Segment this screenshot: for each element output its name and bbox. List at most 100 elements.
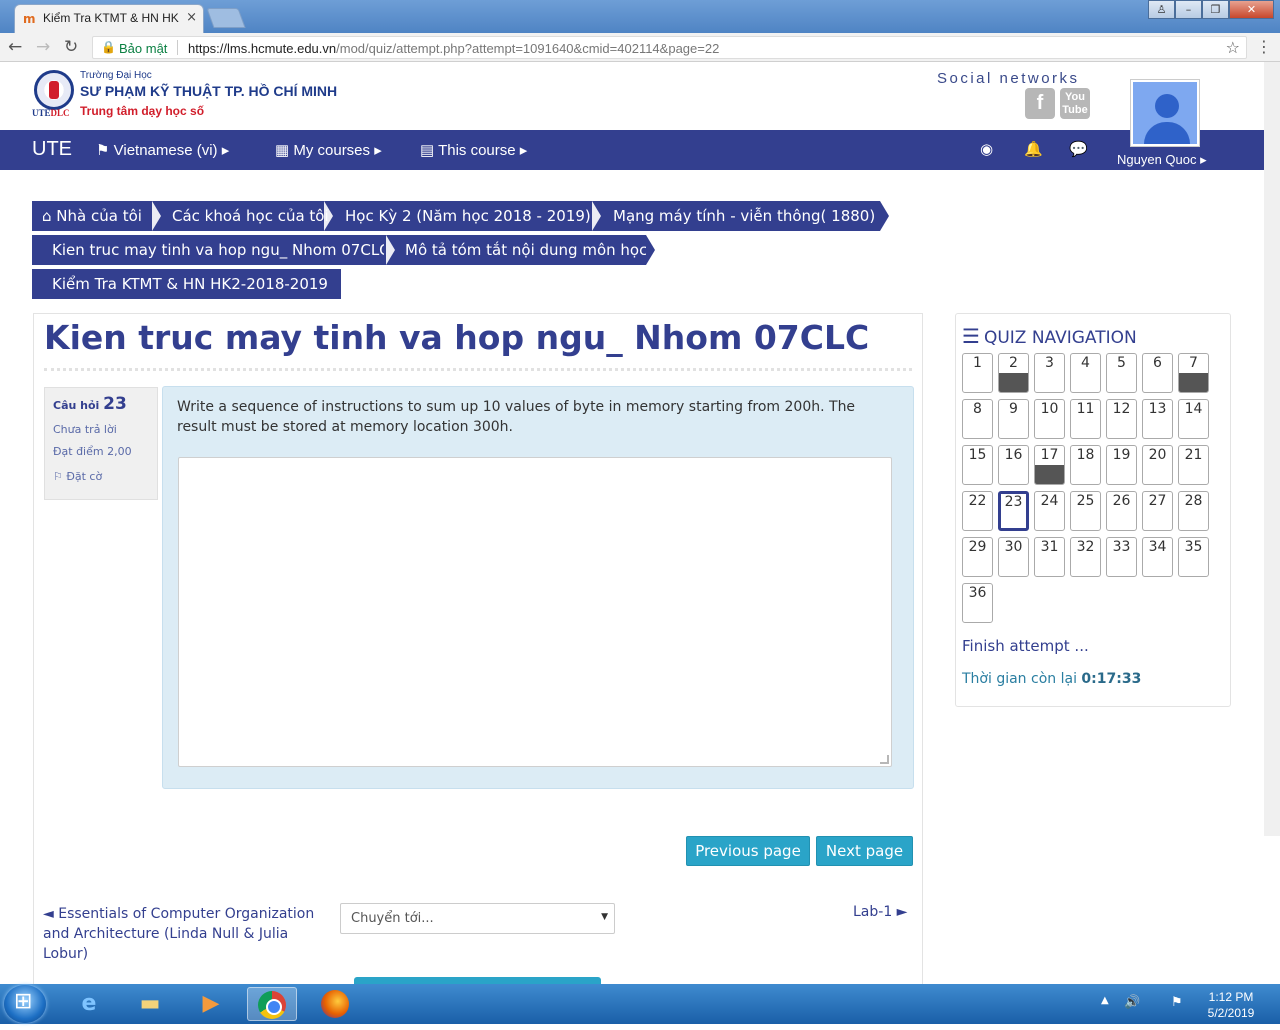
previous-activity-link[interactable]: ◄ Essentials of Computer Organization an… <box>43 904 328 964</box>
volume-icon[interactable]: 🔊 <box>1124 995 1140 1010</box>
system-clock[interactable]: 1:12 PM 5/2/2019 <box>1196 989 1266 1021</box>
quiz-nav-question-button[interactable]: 26 <box>1106 491 1137 531</box>
quiz-nav-question-button[interactable]: 3 <box>1034 353 1065 393</box>
answer-textarea[interactable] <box>178 457 892 767</box>
quiz-nav-question-button[interactable]: 14 <box>1178 399 1209 439</box>
caret-right-icon: ▸ <box>515 142 528 159</box>
secure-label: Bảo mật <box>119 41 168 56</box>
quiz-nav-question-button[interactable]: 29 <box>962 537 993 577</box>
home-icon: ⌂ <box>42 207 57 225</box>
quiz-nav-question-button[interactable]: 13 <box>1142 399 1173 439</box>
quiz-nav-question-button[interactable]: 36 <box>962 583 993 623</box>
bookmark-star-icon[interactable]: ☆ <box>1226 38 1240 57</box>
quiz-nav-question-button[interactable]: 1 <box>962 353 993 393</box>
life-ring-icon[interactable]: ◉ <box>980 140 993 158</box>
quiz-nav-question-button[interactable]: 6 <box>1142 353 1173 393</box>
quiz-nav-question-button[interactable]: 33 <box>1106 537 1137 577</box>
question-number: Câu hỏi 23 <box>53 394 127 414</box>
file-explorer-icon[interactable]: ▬ <box>125 987 175 1021</box>
resize-handle-icon[interactable] <box>880 755 889 764</box>
quiz-nav-question-button[interactable]: 20 <box>1142 445 1173 485</box>
quiz-nav-question-button[interactable]: 32 <box>1070 537 1101 577</box>
quiz-nav-question-button[interactable]: 35 <box>1178 537 1209 577</box>
quiz-nav-question-button[interactable]: 30 <box>998 537 1029 577</box>
finish-attempt-link[interactable]: Finish attempt ... <box>962 637 1089 655</box>
quiz-nav-question-button[interactable]: 8 <box>962 399 993 439</box>
quiz-nav-question-button[interactable]: 19 <box>1106 445 1137 485</box>
user-profile-window-icon[interactable]: ♙ <box>1148 0 1175 19</box>
quiz-nav-question-button[interactable]: 22 <box>962 491 993 531</box>
minimize-button[interactable]: – <box>1175 0 1202 19</box>
browser-menu-icon[interactable]: ⋮ <box>1256 37 1272 56</box>
tab-close-icon[interactable]: × <box>186 10 197 25</box>
page-title: Kien truc may tinh va hop ngu_ Nhom 07CL… <box>44 318 870 357</box>
quiz-nav-question-button[interactable]: 10 <box>1034 399 1065 439</box>
firefox-icon[interactable] <box>310 987 360 1021</box>
quiz-nav-question-button[interactable]: 23 <box>998 491 1029 531</box>
quiz-nav-question-button[interactable]: 31 <box>1034 537 1065 577</box>
breadcrumb-home[interactable]: ⌂ Nhà của tôi <box>32 201 160 231</box>
quiz-nav-question-button[interactable]: 34 <box>1142 537 1173 577</box>
this-course-menu[interactable]: ▤ This course ▸ <box>420 141 527 159</box>
previous-page-button[interactable]: Previous page <box>686 836 810 866</box>
next-activity-link[interactable]: Lab-1 ► <box>853 904 907 920</box>
quiz-nav-question-button[interactable]: 11 <box>1070 399 1101 439</box>
quiz-nav-question-button[interactable]: 16 <box>998 445 1029 485</box>
logo-line3: Trung tâm dạy học số <box>80 104 205 118</box>
chrome-icon[interactable] <box>247 987 297 1021</box>
url-separator <box>177 40 178 55</box>
browser-tab[interactable]: m Kiểm Tra KTMT & HN HK × <box>14 4 204 33</box>
jump-to-select[interactable]: Chuyển tới... ▼ <box>340 903 615 934</box>
quiz-nav-question-button[interactable]: 27 <box>1142 491 1173 531</box>
quiz-nav-question-button[interactable]: 5 <box>1106 353 1137 393</box>
start-button[interactable] <box>4 985 46 1023</box>
quiz-nav-question-button[interactable]: 28 <box>1178 491 1209 531</box>
quiz-nav-question-button[interactable]: 18 <box>1070 445 1101 485</box>
breadcrumb-semester[interactable]: Học Kỳ 2 (Năm học 2018 - 2019) <box>332 201 591 231</box>
quiz-navigation-block: ☰ QUIZ NAVIGATION 1 2 3 4 5 6 7 8 9 10 11 12 13 14 15 16… <box>955 313 1231 707</box>
breadcrumb-course[interactable]: Kien truc may tinh va hop ngu_ Nhom 07CL… <box>32 235 390 265</box>
language-menu[interactable]: ⚑ Vietnamese (vi) ▸ <box>96 141 229 159</box>
moodle-favicon-icon: m <box>23 12 36 26</box>
my-courses-menu[interactable]: ▦ My courses ▸ <box>275 141 382 159</box>
user-avatar[interactable] <box>1131 80 1199 146</box>
quiz-nav-question-button[interactable]: 7 <box>1178 353 1209 393</box>
next-page-button[interactable]: Next page <box>816 836 913 866</box>
flag-icon: ⚑ <box>96 142 114 159</box>
logo-line1: Trường Đại Học <box>80 70 152 81</box>
tray-expand-icon[interactable]: ▲ <box>1101 995 1109 1006</box>
media-player-icon[interactable]: ▶ <box>186 987 236 1021</box>
quiz-nav-question-button[interactable]: 25 <box>1070 491 1101 531</box>
new-tab-button[interactable] <box>206 8 246 28</box>
breadcrumb-category[interactable]: Mạng máy tính - viễn thông( 1880) <box>590 201 880 231</box>
quiz-nav-question-button[interactable]: 15 <box>962 445 993 485</box>
chat-icon[interactable]: 💬 <box>1069 140 1088 158</box>
quiz-nav-question-button[interactable]: 2 <box>998 353 1029 393</box>
close-window-button[interactable]: ✕ <box>1229 0 1274 19</box>
breadcrumb-my-courses[interactable]: Các khoá học của tôi <box>160 201 332 231</box>
brand-link[interactable]: UTE <box>32 138 72 161</box>
action-center-icon[interactable]: ⚑ <box>1171 995 1183 1010</box>
site-logo[interactable]: UTEDLC Trường Đại Học SƯ PHẠM KỸ THUẬT T… <box>32 68 337 124</box>
url-text[interactable]: https://lms.hcmute.edu.vn/mod/quiz/attem… <box>188 41 719 56</box>
user-menu[interactable]: Nguyen Quoc ▸ <box>1117 152 1207 168</box>
quiz-nav-question-button[interactable]: 9 <box>998 399 1029 439</box>
quiz-nav-question-button[interactable]: 21 <box>1178 445 1209 485</box>
quiz-nav-question-button[interactable]: 24 <box>1034 491 1065 531</box>
flag-question-link[interactable]: ⚐ Đặt cờ <box>53 470 149 483</box>
forward-arrow-icon[interactable]: → <box>36 37 50 57</box>
facebook-icon[interactable]: f <box>1025 88 1055 119</box>
breadcrumb-quiz[interactable]: Kiểm Tra KTMT & HN HK2-2018-2019 <box>32 269 341 299</box>
youtube-icon[interactable]: You Tube <box>1060 88 1090 119</box>
back-arrow-icon[interactable]: ← <box>8 37 22 57</box>
breadcrumb-section[interactable]: Mô tả tóm tắt nội dung môn học <box>384 235 647 265</box>
address-bar[interactable]: 🔒 Bảo mật https://lms.hcmute.edu.vn/mod/… <box>92 36 1247 59</box>
book-icon: ▤ <box>420 142 439 159</box>
bell-icon[interactable]: 🔔 <box>1024 140 1043 158</box>
quiz-nav-question-button[interactable]: 4 <box>1070 353 1101 393</box>
reload-icon[interactable]: ↻ <box>64 37 78 57</box>
maximize-button[interactable]: ❐ <box>1202 0 1229 19</box>
internet-explorer-icon[interactable]: e <box>64 987 114 1021</box>
quiz-nav-question-button[interactable]: 17 <box>1034 445 1065 485</box>
quiz-nav-question-button[interactable]: 12 <box>1106 399 1137 439</box>
